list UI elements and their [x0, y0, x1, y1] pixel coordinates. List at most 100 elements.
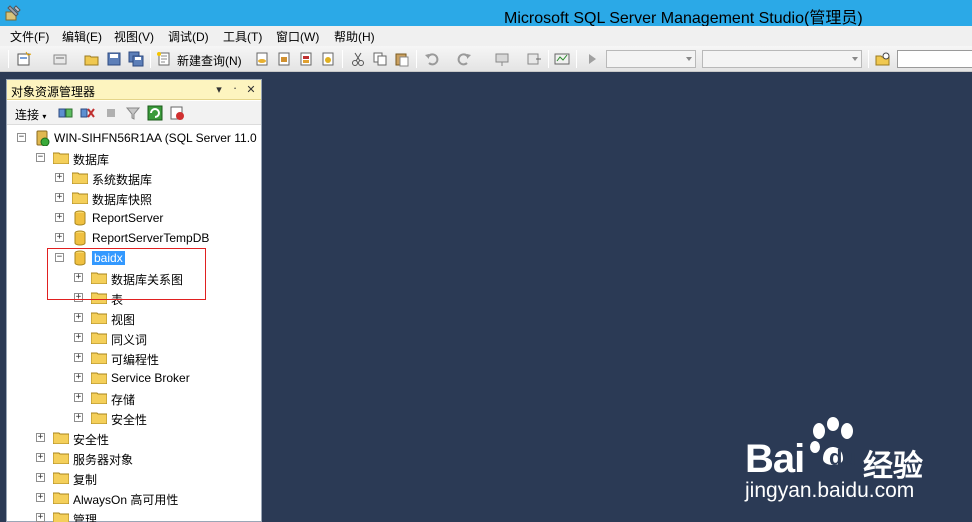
server-icon — [36, 130, 50, 146]
disconnect-icon[interactable] — [79, 105, 95, 121]
expand-icon[interactable]: + — [55, 213, 64, 222]
expand-icon[interactable]: + — [74, 353, 83, 362]
expand-icon[interactable]: + — [36, 453, 45, 462]
object-explorer-title: 对象资源管理器 — [11, 85, 96, 99]
navigate-backward-icon[interactable] — [494, 51, 510, 67]
save-all-icon[interactable] — [128, 51, 144, 67]
save-icon[interactable] — [106, 51, 122, 67]
filter-icon[interactable] — [125, 105, 141, 121]
toolbar-separator — [150, 50, 151, 68]
folder-icon — [91, 332, 107, 344]
expand-icon[interactable]: + — [74, 313, 83, 322]
collapse-icon[interactable]: − — [36, 153, 45, 162]
object-explorer-toolbar: 连接 ▾ — [7, 101, 261, 125]
database-icon — [74, 230, 86, 246]
collapse-icon[interactable]: − — [17, 133, 26, 142]
object-explorer-tree: − WIN-SIHFN56R1AA (SQL Server 11.0 − 数据库… — [7, 126, 261, 522]
toolbar-grip[interactable] — [8, 50, 9, 68]
copy-icon[interactable] — [372, 51, 388, 67]
folder-icon — [53, 512, 69, 522]
tree-node-label: 表 — [111, 293, 124, 307]
menu-help[interactable]: 帮助(H) — [333, 28, 376, 45]
menu-file[interactable]: 文件(F) — [9, 28, 50, 45]
expand-icon[interactable]: + — [36, 493, 45, 502]
menu-debug[interactable]: 调试(D) — [167, 28, 210, 45]
dmx-query-icon[interactable] — [298, 51, 314, 67]
expand-icon[interactable]: + — [55, 193, 64, 202]
chevron-down-icon: ▾ — [42, 112, 47, 121]
menu-tools[interactable]: 工具(T) — [222, 28, 263, 45]
analysis-query-icon[interactable] — [276, 51, 292, 67]
undo-icon[interactable] — [424, 51, 440, 67]
new-project-icon[interactable] — [16, 51, 32, 67]
tree-node-label: 系统数据库 — [92, 173, 153, 187]
folder-icon — [91, 312, 107, 324]
folder-icon — [91, 372, 107, 384]
close-icon[interactable]: ✕ — [245, 84, 257, 96]
folder-icon — [91, 292, 107, 304]
tree-node-label: 服务器对象 — [73, 453, 134, 467]
execute-icon[interactable] — [584, 51, 600, 67]
folder-icon — [53, 472, 69, 484]
add-item-icon[interactable] — [52, 51, 68, 67]
solution-configurations-dropdown[interactable] — [702, 50, 862, 68]
menu-view[interactable]: 视图(V) — [113, 28, 155, 45]
connect-object-explorer-icon[interactable] — [57, 105, 73, 121]
toolbar-separator — [548, 50, 549, 68]
expand-icon[interactable]: + — [74, 373, 83, 382]
activity-monitor-icon[interactable] — [169, 105, 185, 121]
refresh-icon[interactable] — [147, 105, 163, 121]
xmla-query-icon[interactable] — [320, 51, 336, 67]
expand-icon[interactable]: + — [74, 393, 83, 402]
auto-hide-pin-icon[interactable]: ᛫ — [229, 84, 241, 96]
paste-icon[interactable] — [394, 51, 410, 67]
tree-node-label: AlwaysOn 高可用性 — [73, 493, 179, 507]
folder-icon — [91, 412, 107, 424]
new-query-icon[interactable] — [156, 51, 172, 67]
stop-icon[interactable] — [103, 105, 119, 121]
expand-icon[interactable]: + — [74, 293, 83, 302]
expand-icon[interactable]: + — [74, 333, 83, 342]
redo-icon[interactable] — [456, 51, 472, 67]
folder-icon — [91, 392, 107, 404]
window-title: Microsoft SQL Server Management Studio(管… — [504, 10, 863, 27]
cut-icon[interactable] — [350, 51, 366, 67]
expand-icon[interactable]: + — [74, 273, 83, 282]
folder-icon — [53, 492, 69, 504]
expand-icon[interactable]: + — [36, 473, 45, 482]
expand-icon[interactable]: + — [74, 413, 83, 422]
menu-bar: 文件(F) 编辑(E) 视图(V) 调试(D) 工具(T) 窗口(W) 帮助(H… — [0, 26, 972, 46]
toolbar-separator — [576, 50, 577, 68]
tree-node-label: WIN-SIHFN56R1AA (SQL Server 11.0 — [54, 131, 257, 145]
watermark-brand: Bai — [745, 437, 805, 481]
object-explorer-header: 对象资源管理器 ▾ ᛫ ✕ — [7, 80, 261, 100]
tree-node-label: 安全性 — [73, 433, 110, 447]
window-position-icon[interactable]: ▾ — [213, 84, 225, 96]
folder-icon — [53, 452, 69, 464]
menu-window[interactable]: 窗口(W) — [275, 28, 320, 45]
find-input[interactable] — [897, 50, 972, 68]
navigate-forward-icon[interactable] — [526, 51, 542, 67]
tree-node-label: ReportServer — [92, 211, 164, 225]
expand-icon[interactable]: + — [55, 173, 64, 182]
available-databases-dropdown[interactable] — [606, 50, 696, 68]
find-in-files-icon[interactable] — [875, 51, 891, 67]
database-icon — [74, 210, 86, 226]
ssms-app-icon[interactable] — [4, 4, 22, 22]
open-file-icon[interactable] — [84, 51, 100, 67]
tree-node-label: 安全性 — [111, 413, 148, 427]
connect-button[interactable]: 连接 ▾ — [15, 106, 46, 123]
database-icon — [74, 250, 86, 266]
menu-edit[interactable]: 编辑(E) — [61, 28, 103, 45]
tree-node-label: 视图 — [111, 313, 136, 327]
new-query-label[interactable]: 新建查询(N) — [177, 52, 242, 69]
activity-monitor-icon[interactable] — [554, 51, 570, 67]
tree-node-label: ReportServerTempDB — [92, 231, 210, 245]
collapse-icon[interactable]: − — [55, 253, 64, 262]
expand-icon[interactable]: + — [36, 433, 45, 442]
standard-toolbar: 新建查询(N) — [0, 46, 972, 72]
database-engine-query-icon[interactable] — [254, 51, 270, 67]
toolbar-separator — [342, 50, 343, 68]
expand-icon[interactable]: + — [36, 513, 45, 522]
expand-icon[interactable]: + — [55, 233, 64, 242]
